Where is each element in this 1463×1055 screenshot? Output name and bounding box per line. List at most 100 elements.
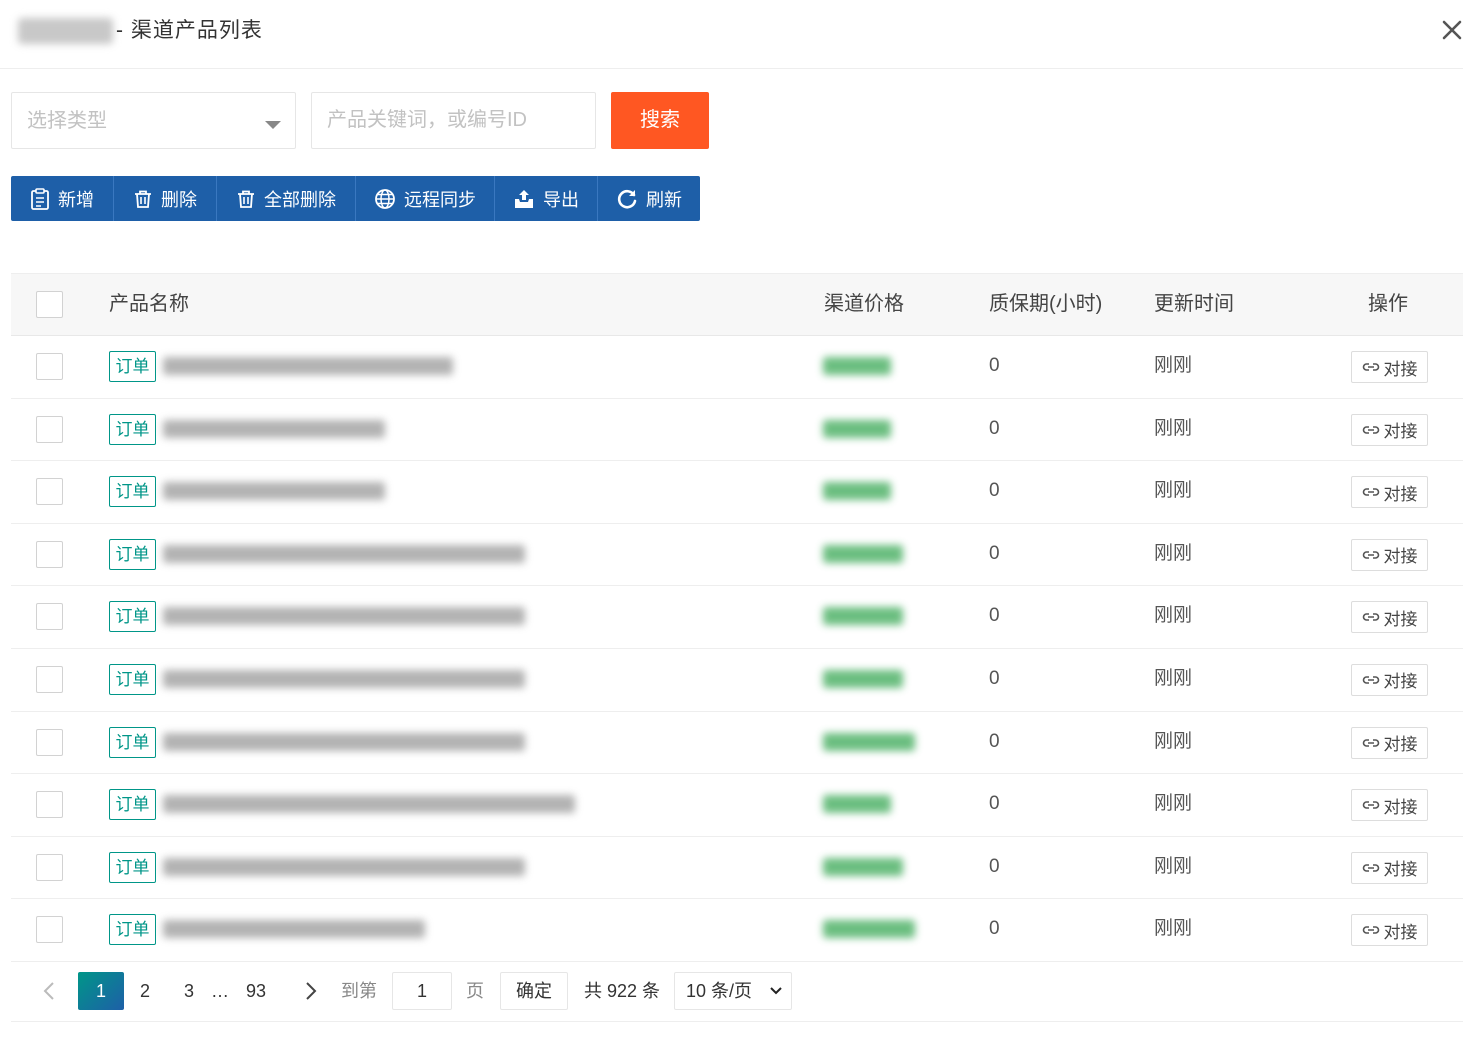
add-label: 新增 (58, 189, 94, 210)
channel-price-redacted (823, 544, 903, 563)
table-row: 订单 0 刚刚 对接 (11, 649, 1463, 712)
row-checkbox[interactable] (36, 728, 63, 756)
connect-button[interactable]: 对接 (1351, 789, 1428, 822)
row-checkbox[interactable] (36, 415, 63, 443)
connect-button[interactable]: 对接 (1351, 538, 1428, 571)
col-actions: 操作 (1368, 293, 1408, 315)
page-93[interactable]: 93 (241, 972, 271, 1010)
prev-page-icon[interactable] (37, 972, 61, 1010)
order-tag: 订单 (109, 413, 156, 445)
col-product-name: 产品名称 (109, 293, 189, 315)
table-header: 产品名称 渠道价格 质保期(小时) 更新时间 操作 (11, 274, 1463, 336)
order-tag: 订单 (109, 914, 156, 946)
page-2[interactable]: 2 (133, 972, 157, 1010)
connect-button[interactable]: 对接 (1351, 351, 1428, 383)
delete-all-button[interactable]: 全部删除 (217, 176, 356, 221)
row-checkbox[interactable] (36, 353, 63, 380)
connect-button[interactable]: 对接 (1351, 601, 1428, 634)
table-row: 订单 0 刚刚 对接 (11, 586, 1463, 649)
table-row: 订单 0 刚刚 对接 (11, 524, 1463, 587)
link-icon (1362, 550, 1379, 559)
add-button[interactable]: 新增 (11, 176, 114, 221)
page-3[interactable]: 3 (177, 972, 201, 1010)
row-checkbox[interactable] (36, 916, 63, 944)
search-button[interactable]: 搜索 (611, 92, 709, 149)
warranty-value: 0 (989, 542, 1000, 564)
close-icon[interactable] (1436, 14, 1463, 46)
next-page-icon[interactable] (299, 972, 323, 1010)
channel-price-redacted (823, 607, 903, 626)
connect-button[interactable]: 对接 (1351, 914, 1428, 947)
product-name-redacted (163, 607, 525, 626)
order-tag: 订单 (109, 726, 156, 758)
export-label: 导出 (543, 189, 579, 210)
updated-value: 刚刚 (1154, 480, 1193, 502)
product-name-redacted (163, 419, 385, 438)
row-checkbox[interactable] (36, 853, 63, 881)
channel-price-redacted (823, 795, 891, 814)
channel-price-redacted (823, 857, 903, 876)
order-tag: 订单 (109, 351, 156, 382)
connect-label: 对接 (1383, 547, 1418, 567)
export-button[interactable]: 导出 (495, 176, 598, 221)
row-checkbox[interactable] (36, 540, 63, 568)
connect-label: 对接 (1383, 797, 1418, 817)
page-ellipsis: … (211, 981, 229, 1001)
warranty-value: 0 (989, 605, 1000, 627)
product-name-redacted (163, 482, 385, 501)
updated-value: 刚刚 (1154, 355, 1193, 376)
connect-label: 对接 (1383, 484, 1418, 504)
updated-value: 刚刚 (1154, 542, 1193, 564)
product-name-redacted (163, 669, 525, 688)
trash-icon (238, 190, 254, 208)
toolbar: 新增 删除 全部删除 远程同步 导出 刷新 (11, 176, 700, 221)
page-size-select[interactable]: 10 条/页 (674, 972, 792, 1010)
link-icon (1362, 488, 1379, 496)
title-prefix-redacted (18, 18, 113, 44)
channel-price-redacted (823, 732, 915, 751)
row-checkbox[interactable] (36, 478, 63, 506)
delete-button[interactable]: 删除 (114, 176, 217, 221)
link-icon (1362, 926, 1379, 935)
warranty-value: 0 (989, 480, 1000, 502)
updated-value: 刚刚 (1154, 855, 1193, 877)
warranty-value: 0 (989, 667, 1000, 689)
link-icon (1362, 676, 1379, 684)
type-select-placeholder: 选择类型 (27, 110, 107, 132)
globe-icon (375, 188, 395, 209)
connect-label: 对接 (1383, 922, 1418, 942)
keyword-input[interactable] (311, 92, 596, 149)
select-all-checkbox[interactable] (36, 291, 63, 318)
remote-sync-button[interactable]: 远程同步 (356, 176, 495, 221)
dialog-header: - 渠道产品列表 (0, 0, 1463, 69)
product-table: 产品名称 渠道价格 质保期(小时) 更新时间 操作 订单 0 刚刚 对接 订单 0 刚刚 对接… (11, 273, 1463, 962)
row-checkbox[interactable] (36, 603, 63, 631)
goto-confirm-button[interactable]: 确定 (500, 972, 568, 1010)
chevron-down-icon (264, 117, 282, 135)
order-tag: 订单 (109, 476, 156, 508)
type-select[interactable]: 选择类型 (11, 92, 296, 149)
channel-price-redacted (823, 669, 903, 688)
connect-label: 对接 (1383, 735, 1418, 755)
dialog-title: - 渠道产品列表 (116, 19, 263, 42)
connect-button[interactable]: 对接 (1351, 726, 1428, 759)
connect-label: 对接 (1383, 422, 1418, 442)
order-tag: 订单 (109, 538, 156, 570)
connect-button[interactable]: 对接 (1351, 663, 1428, 696)
order-tag: 订单 (109, 601, 156, 633)
channel-price-redacted (823, 357, 891, 375)
page-1[interactable]: 1 (78, 972, 124, 1010)
warranty-value: 0 (989, 730, 1000, 752)
row-checkbox[interactable] (36, 791, 63, 819)
order-tag: 订单 (109, 663, 156, 695)
connect-button[interactable]: 对接 (1351, 851, 1428, 884)
connect-button[interactable]: 对接 (1351, 413, 1428, 446)
refresh-button[interactable]: 刷新 (598, 176, 700, 221)
table-body: 订单 0 刚刚 对接 订单 0 刚刚 对接 订单 0 刚刚 对接 订单 0 刚刚 对接 订单 0 刚刚 对接 订单 0 刚刚… (11, 336, 1463, 962)
warranty-value: 0 (989, 918, 1000, 940)
warranty-value: 0 (989, 417, 1000, 439)
goto-page-input[interactable] (392, 972, 452, 1010)
row-checkbox[interactable] (36, 665, 63, 693)
refresh-icon (617, 189, 637, 208)
connect-button[interactable]: 对接 (1351, 476, 1428, 509)
